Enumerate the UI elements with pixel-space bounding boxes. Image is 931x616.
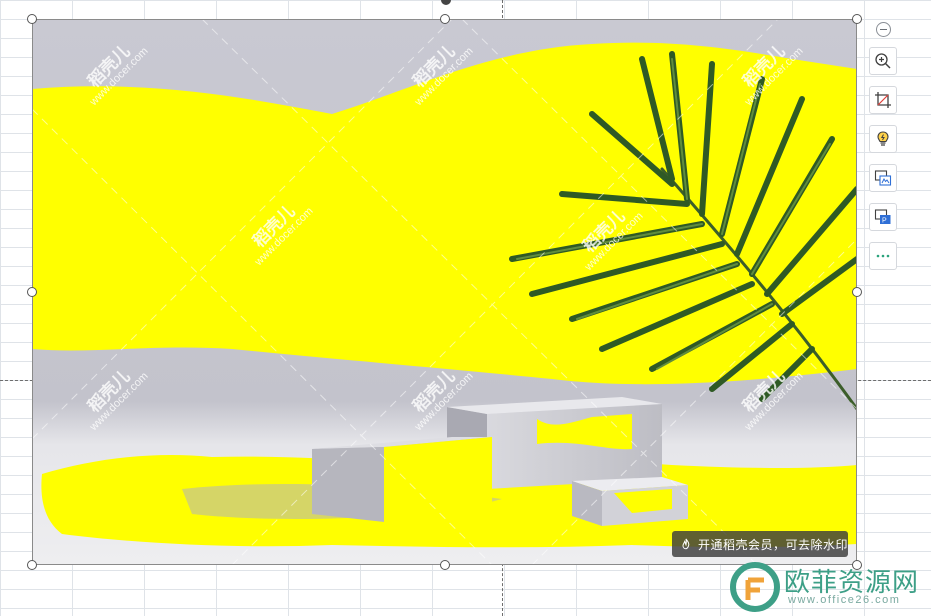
more-button[interactable] (869, 242, 897, 270)
zoom-in-icon (875, 53, 891, 69)
collapse-icon[interactable] (876, 22, 891, 37)
site-logo-domain: www.office26.com (788, 594, 901, 606)
podium-small (572, 477, 688, 526)
image-to-text-icon (874, 170, 892, 186)
inserted-image[interactable]: 稻壳儿 www.docer.com 稻壳儿 www.docer.com 稻壳儿 … (32, 19, 857, 565)
resize-handle-right[interactable] (852, 287, 862, 297)
image-to-pdf-button[interactable]: P (869, 203, 897, 231)
more-icon (876, 254, 890, 258)
resize-handle-bottom-left[interactable] (27, 560, 37, 570)
site-logo: 欧菲资源网 www.office26.com (728, 558, 928, 614)
zoom-in-button[interactable] (869, 47, 897, 75)
resize-handle-top-left[interactable] (27, 14, 37, 24)
remove-watermark-text: 开通稻壳会员，可去除水印 (697, 537, 848, 552)
smart-idea-icon (877, 131, 889, 146)
crop-icon (875, 92, 891, 108)
podium-left (312, 437, 492, 522)
resize-handle-left[interactable] (27, 287, 37, 297)
crop-button[interactable] (869, 86, 897, 114)
image-to-text-button[interactable] (869, 164, 897, 192)
resize-handle-top-right[interactable] (852, 14, 862, 24)
resize-handle-bottom[interactable] (440, 560, 450, 570)
image-to-pdf-icon: P (874, 209, 891, 225)
flame-icon (682, 538, 690, 550)
site-logo-icon (730, 562, 780, 612)
product-podium-photo (32, 19, 857, 565)
resize-handle-top[interactable] (440, 14, 450, 24)
remove-watermark-banner[interactable]: 开通稻壳会员，可去除水印 (672, 531, 848, 557)
smart-idea-button[interactable] (869, 125, 897, 153)
svg-text:P: P (882, 218, 887, 225)
